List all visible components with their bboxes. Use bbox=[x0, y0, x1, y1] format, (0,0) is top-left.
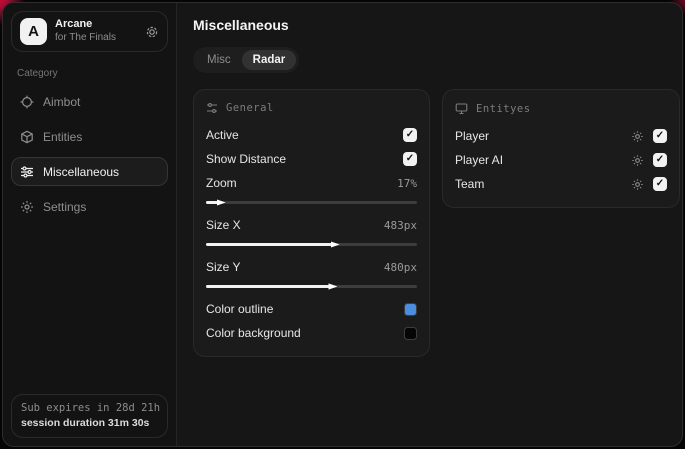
entity-label: Player bbox=[455, 129, 490, 143]
active-checkbox[interactable]: ✓ bbox=[403, 128, 417, 142]
entity-row-player: Player ✓ bbox=[455, 125, 667, 147]
panel-title: General bbox=[226, 102, 274, 114]
slider-label: Size X bbox=[206, 218, 241, 232]
slider-thumb[interactable] bbox=[328, 283, 338, 290]
sidebar-item-label: Aimbot bbox=[43, 94, 81, 109]
size-x-slider[interactable] bbox=[206, 241, 417, 248]
toggle-row-active: Active ✓ bbox=[206, 124, 417, 146]
entity-settings-gear-icon[interactable] bbox=[631, 154, 644, 167]
zoom-slider[interactable] bbox=[206, 199, 417, 206]
panel-title: Entityes bbox=[476, 102, 531, 115]
category-label: Category bbox=[17, 68, 58, 79]
toggle-label: Show Distance bbox=[206, 152, 287, 166]
show-distance-checkbox[interactable]: ✓ bbox=[403, 152, 417, 166]
sidebar-item-miscellaneous[interactable]: Miscellaneous bbox=[11, 157, 168, 186]
size-y-slider-group: Size Y 480px bbox=[206, 256, 417, 290]
sub-expires-text: Sub expires in 28d 21h bbox=[21, 402, 161, 414]
color-row-outline: Color outline bbox=[206, 298, 417, 320]
sidebar-item-label: Settings bbox=[43, 199, 87, 214]
size-x-slider-group: Size X 483px bbox=[206, 214, 417, 248]
checkmark-icon: ✓ bbox=[655, 130, 665, 141]
session-duration-text: session duration 31m 30s bbox=[21, 417, 150, 429]
tab-bar: Misc Radar bbox=[193, 47, 300, 73]
sliders-icon bbox=[20, 165, 34, 179]
entity-row-team: Team ✓ bbox=[455, 173, 667, 195]
main-content: Miscellaneous Misc Radar General Active … bbox=[177, 3, 682, 446]
toggle-label: Active bbox=[206, 128, 239, 142]
sidebar-item-aimbot[interactable]: Aimbot bbox=[11, 87, 168, 116]
player-checkbox[interactable]: ✓ bbox=[653, 129, 667, 143]
slider-thumb[interactable] bbox=[330, 241, 340, 248]
entity-label: Player AI bbox=[455, 153, 504, 167]
sidebar-item-entities[interactable]: Entities bbox=[11, 122, 168, 151]
sidebar: A Arcane for The Finals Category Aimbot … bbox=[3, 3, 177, 446]
sliders-mini-icon bbox=[206, 102, 218, 114]
size-y-slider[interactable] bbox=[206, 283, 417, 290]
app-logo: A bbox=[20, 18, 47, 45]
entities-panel: Entityes Player ✓ Player AI ✓ Team ✓ bbox=[442, 89, 680, 208]
slider-label: Size Y bbox=[206, 260, 241, 274]
checkmark-icon: ✓ bbox=[655, 178, 665, 189]
color-label: Color background bbox=[206, 326, 301, 340]
monitor-icon bbox=[455, 102, 468, 115]
slider-value: 480px bbox=[383, 260, 417, 274]
tab-radar[interactable]: Radar bbox=[241, 50, 297, 70]
app-card: A Arcane for The Finals bbox=[11, 11, 168, 52]
color-outline-swatch[interactable] bbox=[404, 302, 417, 316]
slider-value: 483px bbox=[383, 218, 417, 232]
entity-row-player-ai: Player AI ✓ bbox=[455, 149, 667, 171]
subscription-card: Sub expires in 28d 21h session duration … bbox=[11, 394, 168, 438]
entity-label: Team bbox=[455, 177, 485, 191]
app-subtitle: for The Finals bbox=[55, 32, 116, 44]
player-ai-checkbox[interactable]: ✓ bbox=[653, 153, 667, 167]
color-label: Color outline bbox=[206, 302, 274, 316]
sidebar-item-label: Entities bbox=[43, 129, 83, 144]
checkmark-icon: ✓ bbox=[405, 129, 415, 140]
app-settings-gear-icon[interactable] bbox=[145, 25, 159, 39]
page-title: Miscellaneous bbox=[193, 17, 289, 33]
sidebar-menu: Aimbot Entities Miscellaneous Settings bbox=[11, 87, 168, 221]
slider-thumb[interactable] bbox=[216, 199, 226, 206]
slider-label: Zoom bbox=[206, 176, 237, 190]
sidebar-item-settings[interactable]: Settings bbox=[11, 192, 168, 221]
checkmark-icon: ✓ bbox=[405, 153, 415, 164]
cube-icon bbox=[20, 130, 34, 144]
sidebar-item-label: Miscellaneous bbox=[43, 164, 120, 179]
team-checkbox[interactable]: ✓ bbox=[653, 177, 667, 191]
crosshair-icon bbox=[20, 95, 34, 109]
app-window: A Arcane for The Finals Category Aimbot … bbox=[2, 2, 683, 447]
checkmark-icon: ✓ bbox=[655, 154, 665, 165]
entity-settings-gear-icon[interactable] bbox=[631, 130, 644, 143]
slider-value: 17% bbox=[397, 176, 417, 190]
tab-misc[interactable]: Misc bbox=[196, 50, 242, 70]
color-row-background: Color background bbox=[206, 322, 417, 344]
entity-settings-gear-icon[interactable] bbox=[631, 178, 644, 191]
color-background-swatch[interactable] bbox=[404, 326, 417, 340]
toggle-row-show-distance: Show Distance ✓ bbox=[206, 148, 417, 170]
app-name: Arcane bbox=[55, 18, 93, 31]
zoom-slider-group: Zoom 17% bbox=[206, 172, 417, 206]
general-panel: General Active ✓ Show Distance ✓ Zoom 17… bbox=[193, 89, 430, 357]
gear-icon bbox=[20, 200, 34, 214]
